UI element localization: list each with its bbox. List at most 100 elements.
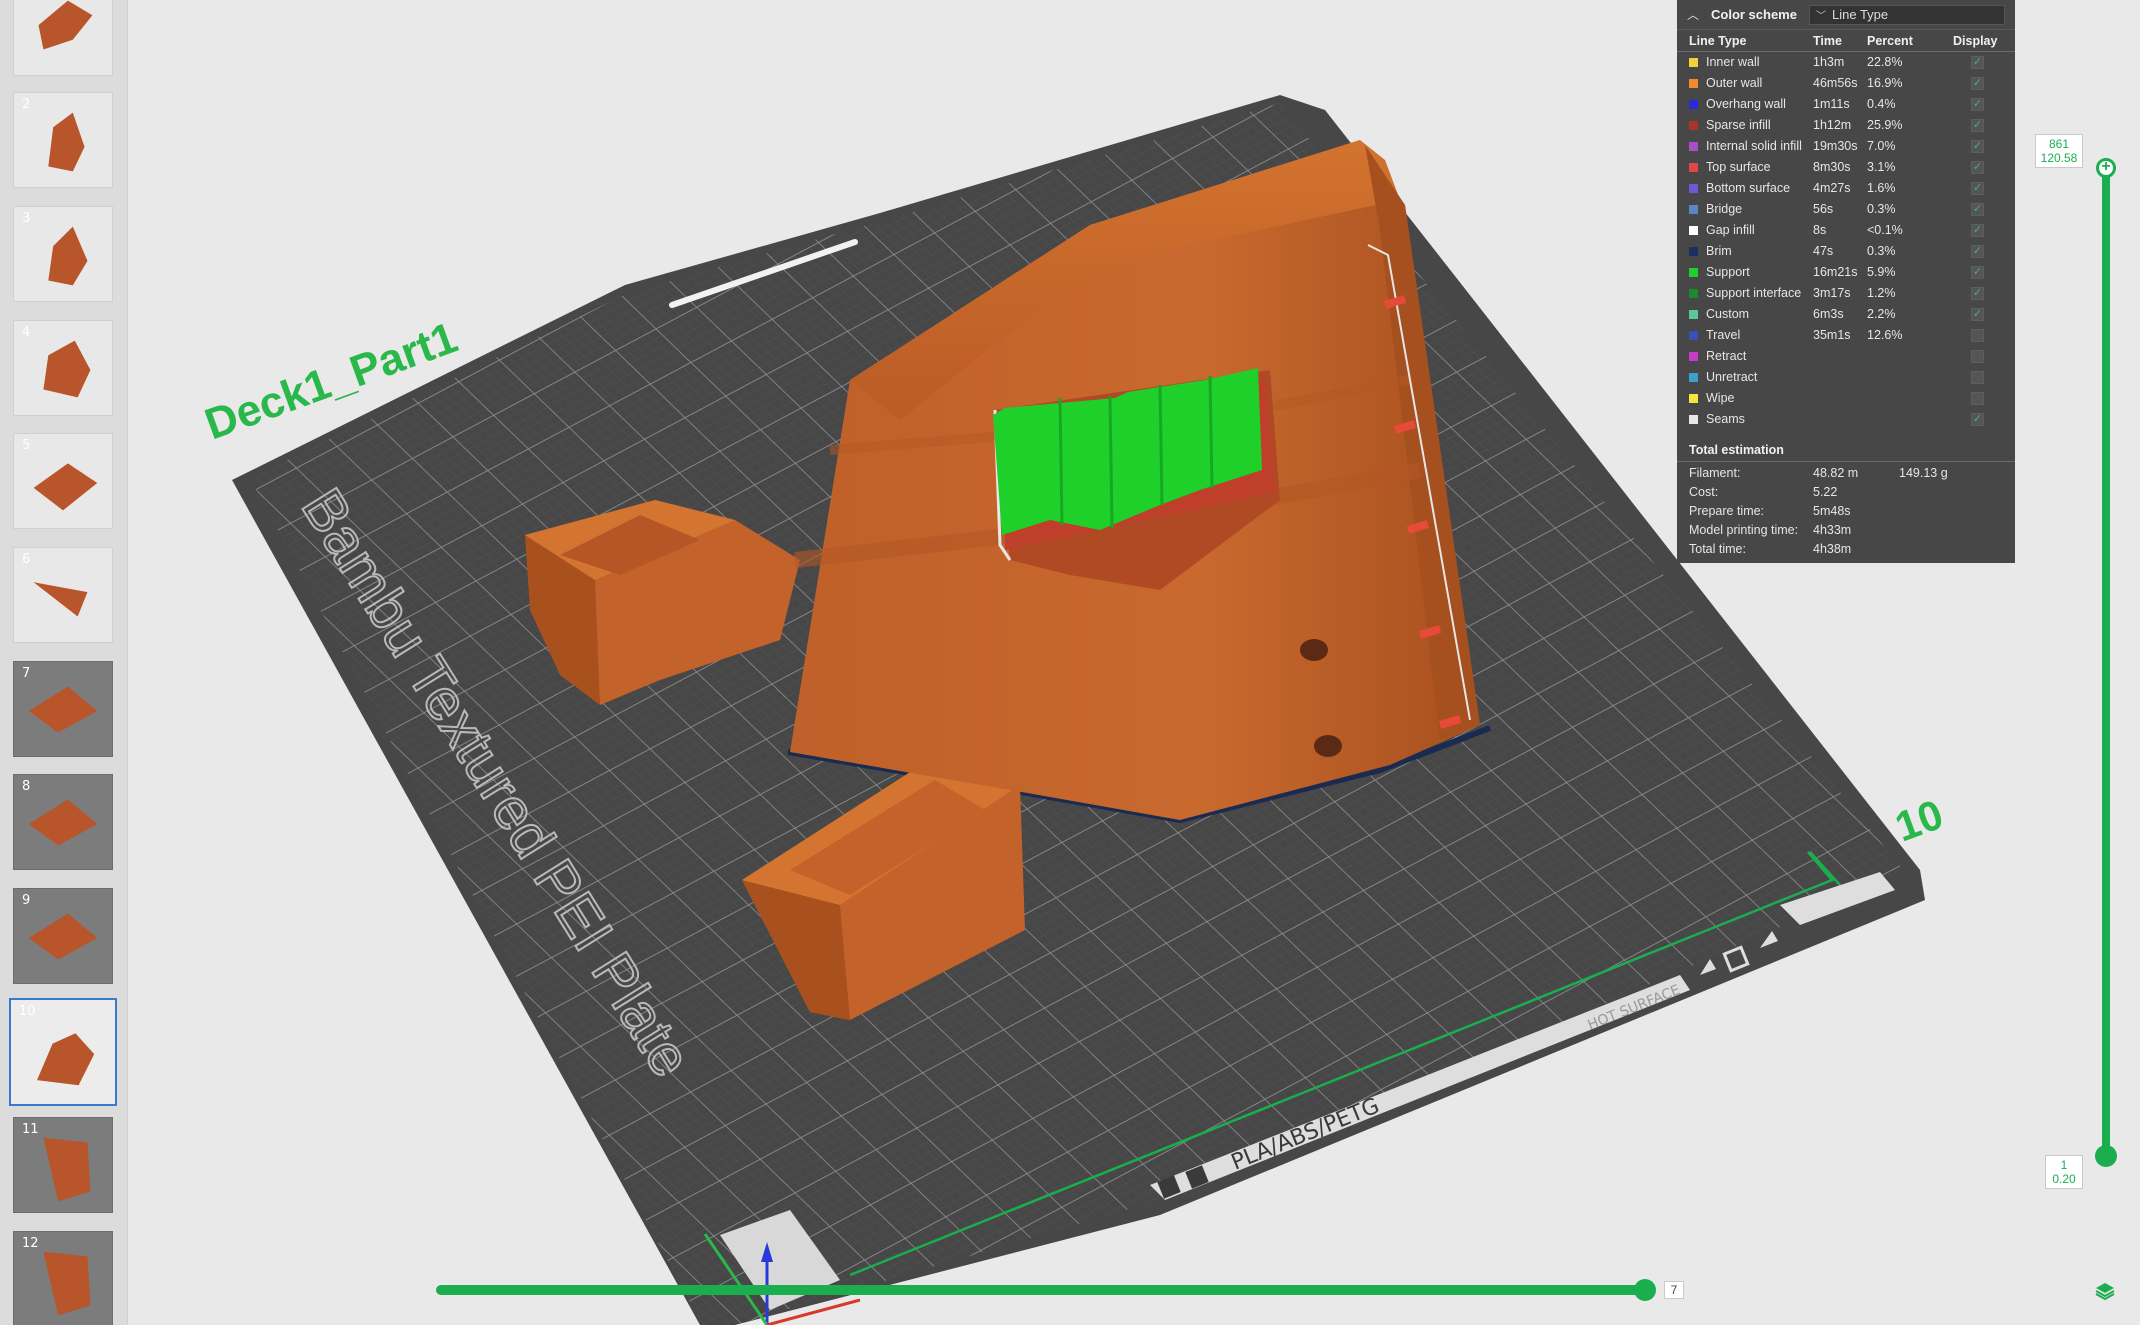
line-type-time: 8s [1813, 223, 1827, 237]
line-type-color-swatch [1689, 310, 1698, 319]
display-checkbox[interactable]: ✓ [1971, 182, 1984, 195]
estimation-label: Prepare time: [1689, 504, 1765, 518]
legend-row: Support interface 3m17s 1.2% ✓ [1677, 283, 2015, 304]
line-type-time: 4m27s [1813, 181, 1851, 195]
layer-range-slider[interactable] [2102, 168, 2110, 1156]
header-display: Display [1953, 34, 1998, 48]
plate-thumbnail-2[interactable]: 2 [13, 92, 113, 188]
plate-preview-icon [38, 0, 93, 50]
line-type-name: Sparse infill [1706, 118, 1771, 132]
line-type-color-swatch [1689, 205, 1698, 214]
line-type-color-swatch [1689, 289, 1698, 298]
legend-row: Wipe [1677, 388, 2015, 409]
plate-thumbnail-10[interactable]: 10 [9, 998, 117, 1106]
line-type-color-swatch [1689, 268, 1698, 277]
plate-thumbnail-9[interactable]: 9 [13, 888, 113, 984]
legend-row: Gap infill 8s <0.1% ✓ [1677, 220, 2015, 241]
display-checkbox[interactable]: ✓ [1971, 224, 1984, 237]
plate-number: 4 [22, 325, 31, 340]
display-checkbox[interactable]: ✓ [1971, 77, 1984, 90]
display-checkbox[interactable]: ✓ [1971, 413, 1984, 426]
plate-number: 5 [22, 438, 31, 453]
divider [1677, 461, 2015, 462]
display-checkbox[interactable]: ✓ [1971, 161, 1984, 174]
plate-number: 10 [19, 1004, 36, 1019]
line-type-name: Wipe [1706, 391, 1735, 405]
estimation-label: Total time: [1689, 542, 1746, 556]
display-checkbox[interactable]: ✓ [1971, 98, 1984, 111]
display-checkbox[interactable]: ✓ [1971, 140, 1984, 153]
layers-icon[interactable] [2094, 1280, 2116, 1302]
line-type-name: Outer wall [1706, 76, 1763, 90]
layer-slider-top-handle[interactable]: + [2096, 158, 2116, 178]
estimation-value: 4h38m [1813, 542, 1852, 556]
legend-column-headers: Line Type Time Percent Display [1677, 32, 2015, 52]
plate-thumbnail-11[interactable]: 11 [13, 1117, 113, 1213]
display-checkbox[interactable]: ✓ [1971, 56, 1984, 69]
display-checkbox[interactable] [1971, 392, 1984, 405]
plate-thumbnail-3[interactable]: 3 [13, 206, 113, 302]
legend-row: Brim 47s 0.3% ✓ [1677, 241, 2015, 262]
layer-slider-bottom-handle[interactable] [2095, 1145, 2117, 1167]
move-slider-handle[interactable] [1634, 1279, 1656, 1301]
line-type-name: Bridge [1706, 202, 1743, 216]
color-scheme-title: Color scheme [1711, 7, 1797, 22]
plate-number: 2 [22, 97, 31, 112]
display-checkbox[interactable]: ✓ [1971, 203, 1984, 216]
legend-row: Support 16m21s 5.9% ✓ [1677, 262, 2015, 283]
line-type-color-swatch [1689, 163, 1698, 172]
plate-thumbnail-8[interactable]: 8 [13, 774, 113, 870]
line-type-name: Retract [1706, 349, 1747, 363]
legend-row: Internal solid infill 19m30s 7.0% ✓ [1677, 136, 2015, 157]
estimation-value-secondary: 149.13 g [1899, 466, 1948, 480]
legend-row: Custom 6m3s 2.2% ✓ [1677, 304, 2015, 325]
legend-row: Overhang wall 1m11s 0.4% ✓ [1677, 94, 2015, 115]
display-checkbox[interactable] [1971, 329, 1984, 342]
estimation-value: 5.22 [1813, 485, 1838, 499]
legend-row: Bridge 56s 0.3% ✓ [1677, 199, 2015, 220]
plate-thumbnail-1[interactable]: 1 [13, 0, 113, 76]
plate-thumbnail-5[interactable]: 5 [13, 433, 113, 529]
line-type-percent: 1.2% [1867, 286, 1896, 300]
display-checkbox[interactable]: ✓ [1971, 308, 1984, 321]
legend-header: ︿ Color scheme ﹀ Line Type [1677, 0, 2015, 30]
line-type-color-swatch [1689, 394, 1698, 403]
color-scheme-value: Line Type [1831, 7, 1889, 22]
display-checkbox[interactable] [1971, 350, 1984, 363]
line-type-name: Internal solid infill [1706, 139, 1802, 153]
move-slider[interactable] [436, 1285, 1648, 1295]
legend-row: Travel 35m1s 12.6% [1677, 325, 2015, 346]
line-type-name: Bottom surface [1706, 181, 1791, 195]
plate-thumbnail-6[interactable]: 6 [13, 547, 113, 643]
header-percent: Percent [1867, 34, 1913, 48]
display-checkbox[interactable]: ✓ [1971, 287, 1984, 300]
line-type-percent: 2.2% [1867, 307, 1896, 321]
estimation-label: Filament: [1689, 466, 1741, 480]
line-type-color-swatch [1689, 247, 1698, 256]
color-scheme-dropdown[interactable]: ﹀ Line Type [1808, 4, 2005, 25]
line-type-percent: 12.6% [1867, 328, 1903, 342]
plate-thumbnail-4[interactable]: 4 [13, 320, 113, 416]
plate-number: 3 [22, 211, 31, 226]
line-type-time: 1h12m [1813, 118, 1852, 132]
collapse-chevron-icon[interactable]: ︿ [1687, 6, 1703, 23]
plate-thumbnail-12[interactable]: 12 [13, 1231, 113, 1325]
line-type-color-swatch [1689, 226, 1698, 235]
display-checkbox[interactable]: ✓ [1971, 266, 1984, 279]
display-checkbox[interactable]: ✓ [1971, 119, 1984, 132]
estimation-value: 48.82 m [1813, 466, 1859, 480]
display-checkbox[interactable]: ✓ [1971, 245, 1984, 258]
estimation-value: 5m48s [1813, 504, 1851, 518]
display-checkbox[interactable] [1971, 371, 1984, 384]
plate-number-label: 10 [1889, 790, 1949, 850]
line-type-percent: 0.4% [1867, 97, 1896, 111]
line-type-name: Support interface [1706, 286, 1802, 300]
line-type-percent: 3.1% [1867, 160, 1896, 174]
line-type-name: Support [1706, 265, 1750, 279]
line-type-percent: 7.0% [1867, 139, 1896, 153]
line-type-time: 3m17s [1813, 286, 1851, 300]
line-type-percent: 22.8% [1867, 55, 1903, 69]
3d-viewport[interactable]: Bambu Textured PEI Plate Deck1_Part1 10 … [128, 0, 2140, 1325]
plate-thumbnail-7[interactable]: 7 [13, 661, 113, 757]
line-type-name: Brim [1706, 244, 1732, 258]
